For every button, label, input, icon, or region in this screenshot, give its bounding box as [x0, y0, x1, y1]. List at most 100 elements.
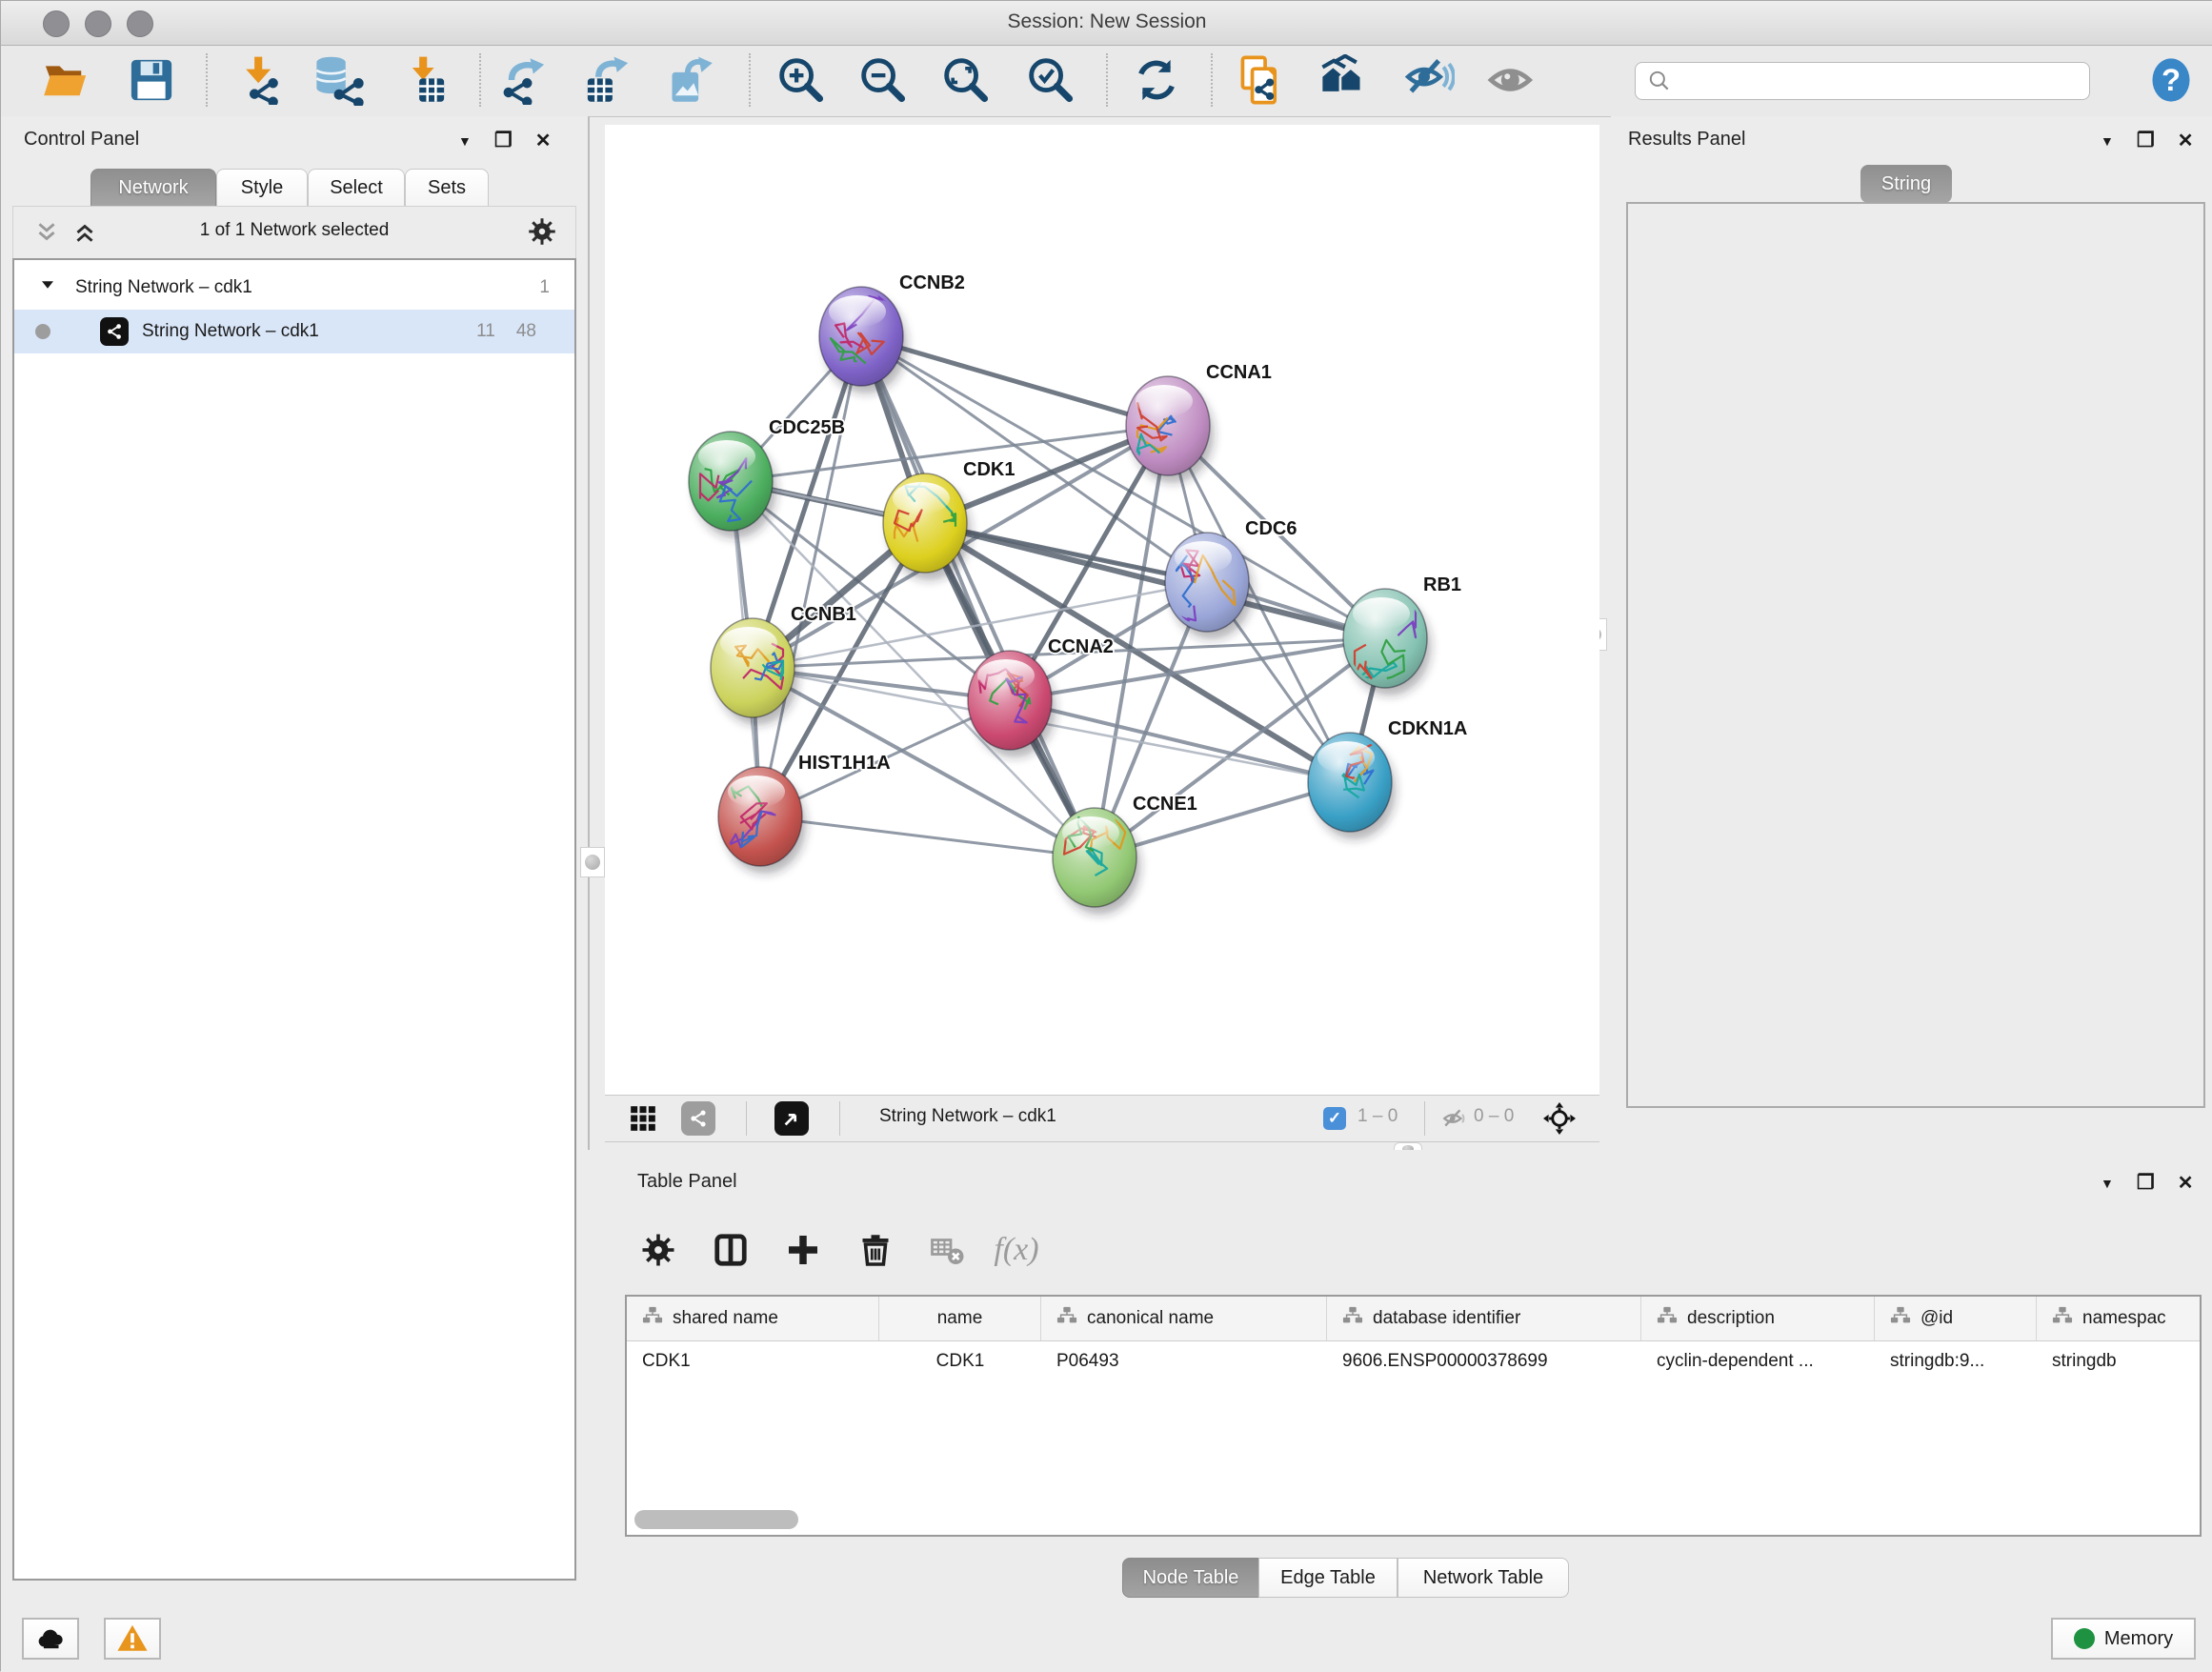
column-header-description[interactable]: description: [1641, 1297, 1875, 1340]
birds-eye-view-icon[interactable]: [774, 1101, 809, 1136]
search-icon: [1647, 69, 1672, 93]
help-button[interactable]: ?: [2144, 53, 2198, 107]
float-panel-icon[interactable]: ❐: [2137, 1171, 2155, 1195]
search-input[interactable]: [1672, 70, 2076, 92]
control-panel-header-icons: ▼ ❐ ✕: [458, 129, 551, 152]
column-label: namespac: [2082, 1308, 2166, 1329]
delete-column-trash-icon[interactable]: [849, 1223, 902, 1277]
float-panel-icon[interactable]: ❐: [2137, 129, 2155, 152]
zoom-out-button[interactable]: [856, 53, 910, 107]
toolbar-separator: [479, 53, 481, 107]
network-edge[interactable]: [925, 523, 1385, 638]
network-node-CCNB2[interactable]: CCNB2: [819, 272, 965, 393]
control-tab-select[interactable]: Select: [308, 169, 405, 207]
table-cell[interactable]: CDK1: [879, 1340, 1041, 1382]
tab-network-table[interactable]: Network Table: [1398, 1558, 1569, 1598]
control-tab-network[interactable]: Network: [90, 169, 216, 207]
delete-table-icon[interactable]: [921, 1223, 975, 1277]
column-label: @id: [1920, 1308, 1953, 1329]
tab-node-table[interactable]: Node Table: [1122, 1558, 1259, 1598]
export-network-button[interactable]: [497, 53, 551, 107]
import-network-database-button[interactable]: [312, 53, 366, 107]
column-header-shared-name[interactable]: shared name: [627, 1297, 879, 1340]
table-cell[interactable]: CDK1: [627, 1340, 879, 1382]
network-edge[interactable]: [760, 336, 861, 816]
network-collection-row[interactable]: String Network – cdk1 1: [14, 266, 574, 310]
zoom-selected-button[interactable]: [1024, 53, 1077, 107]
table-cell[interactable]: stringdb:9...: [1875, 1340, 2037, 1382]
table-cell[interactable]: cyclin-dependent ...: [1641, 1340, 1875, 1382]
collapse-panel-icon[interactable]: ▼: [2101, 133, 2114, 149]
pan-crosshair-icon[interactable]: [1542, 1101, 1577, 1136]
open-folder-icon: [41, 55, 90, 105]
network-node-CCNA1[interactable]: CCNA1: [1126, 362, 1272, 483]
node-label: CCNB1: [791, 604, 856, 625]
save-session-button[interactable]: [125, 53, 178, 107]
control-tab-style[interactable]: Style: [216, 169, 308, 207]
memory-button[interactable]: Memory: [2051, 1618, 2196, 1660]
zoom-in-icon: [776, 55, 826, 105]
results-tab-string[interactable]: String: [1860, 165, 1952, 203]
close-panel-icon[interactable]: ✕: [535, 129, 552, 152]
float-panel-icon[interactable]: ❐: [494, 129, 513, 152]
cytoscape-window: Session: New Session: [0, 0, 2212, 1671]
network-node-HIST1H1A[interactable]: HIST1H1A: [718, 753, 891, 874]
warning-status-button[interactable]: [104, 1618, 161, 1660]
table-columns-icon[interactable]: [704, 1223, 757, 1277]
column-header-namespac[interactable]: namespac: [2037, 1297, 2202, 1340]
cloud-status-button[interactable]: [22, 1618, 79, 1660]
refresh-button[interactable]: [1130, 53, 1183, 107]
grid-view-icon[interactable]: [626, 1101, 660, 1136]
import-table-icon: [399, 55, 449, 105]
network-edge[interactable]: [861, 336, 1095, 857]
tab-edge-table[interactable]: Edge Table: [1258, 1558, 1398, 1598]
hidden-eye-slash-icon[interactable]: [1438, 1101, 1472, 1136]
column-header-name[interactable]: name: [879, 1297, 1041, 1340]
zoom-in-button[interactable]: [774, 53, 828, 107]
import-network-file-button[interactable]: [232, 53, 286, 107]
add-column-icon[interactable]: [776, 1223, 830, 1277]
network-row-selected[interactable]: String Network – cdk1 11 48: [14, 310, 574, 353]
table-horizontal-scrollbar[interactable]: [634, 1510, 798, 1529]
network-edge[interactable]: [861, 336, 1168, 426]
open-session-button[interactable]: [39, 53, 92, 107]
node-label: CDK1: [963, 459, 1015, 480]
collapse-panel-icon[interactable]: ▼: [2101, 1176, 2114, 1191]
network-node-RB1[interactable]: RB1: [1343, 574, 1461, 695]
network-node-CDKN1A[interactable]: CDKN1A: [1308, 718, 1467, 839]
table-cell[interactable]: stringdb: [2037, 1340, 2202, 1382]
column-header-canonical-name[interactable]: canonical name: [1041, 1297, 1327, 1340]
copy-network-button[interactable]: [1234, 53, 1287, 107]
export-table-button[interactable]: [581, 53, 634, 107]
table-cell[interactable]: P06493: [1041, 1340, 1327, 1382]
network-node-CDK1[interactable]: CDK1: [883, 459, 1015, 580]
close-panel-icon[interactable]: ✕: [2178, 129, 2194, 152]
sitemap-icon: [1890, 1305, 1911, 1332]
show-all-button[interactable]: [1485, 53, 1538, 107]
import-network-icon: [234, 55, 284, 105]
collapse-panel-icon[interactable]: ▼: [458, 133, 472, 149]
column-header--id[interactable]: @id: [1875, 1297, 2037, 1340]
first-neighbors-button[interactable]: [1318, 53, 1372, 107]
collection-expand-icon[interactable]: [39, 276, 56, 299]
column-label: name: [937, 1308, 983, 1329]
import-table-file-button[interactable]: [397, 53, 451, 107]
left-splitter-handle[interactable]: [580, 847, 605, 877]
database-icon: [313, 54, 365, 106]
table-cell[interactable]: 9606.ENSP00000378699: [1327, 1340, 1641, 1382]
column-header-database-identifier[interactable]: database identifier: [1327, 1297, 1641, 1340]
network-node-CDC6[interactable]: CDC6: [1165, 518, 1297, 639]
network-options-gear-icon[interactable]: [528, 217, 556, 251]
network-edge[interactable]: [760, 816, 1095, 857]
search-box[interactable]: [1635, 62, 2090, 100]
selected-checkbox-icon[interactable]: ✓: [1317, 1101, 1352, 1136]
control-tab-sets[interactable]: Sets: [405, 169, 489, 207]
hide-selected-button[interactable]: [1402, 53, 1456, 107]
network-canvas[interactable]: CCNB2CCNA1CDC25BCDK1CDC6RB1CCNB1CCNA2CDK…: [605, 125, 1599, 1095]
close-panel-icon[interactable]: ✕: [2178, 1171, 2194, 1195]
network-view-string-icon[interactable]: [681, 1101, 715, 1136]
zoom-fit-button[interactable]: [939, 53, 993, 107]
node-table: shared name name canonical namedatabase id…: [625, 1295, 2202, 1537]
table-gear-icon[interactable]: [632, 1223, 685, 1277]
export-image-button[interactable]: [664, 53, 717, 107]
